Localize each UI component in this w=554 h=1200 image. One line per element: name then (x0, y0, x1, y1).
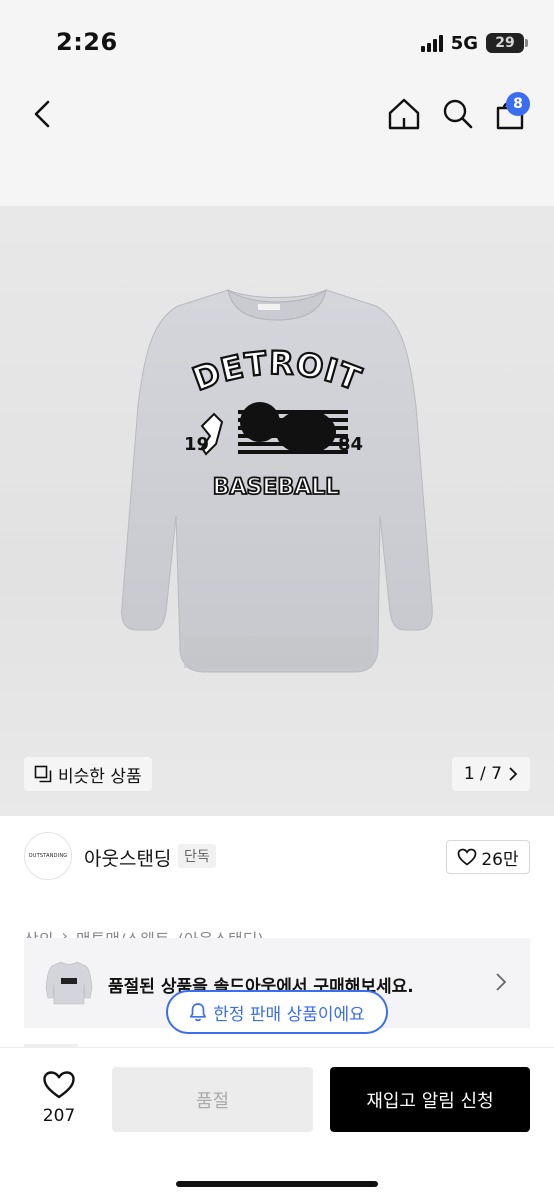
battery-icon: 29 (486, 33, 528, 53)
brand-name[interactable]: 아웃스탠딩 (84, 844, 171, 871)
image-page-indicator[interactable]: 1 / 7 (451, 757, 530, 791)
bottom-purchase-bar: 207 품절 재입고 알림 신청 (0, 1048, 554, 1200)
brand-logo[interactable]: OUTSTANDING (24, 832, 72, 880)
chevron-right-icon (509, 767, 518, 781)
nav-bar (0, 80, 554, 206)
cellular-signal-icon (420, 34, 443, 52)
graphic-bottom-text: BASEBALL (213, 475, 340, 500)
breadcrumb-item[interactable]: 상의 (24, 926, 53, 938)
home-indicator (176, 1181, 378, 1187)
soldout-button: 품절 (112, 1067, 313, 1132)
breadcrumb: 상의 › 맨투맨/스웨트 (아웃스탠딩) (24, 926, 264, 938)
graphic-year-right: 84 (338, 434, 363, 455)
chevron-right-icon (496, 973, 507, 991)
breadcrumb-clip: 상의 › 맨투맨/스웨트 (아웃스탠딩) (0, 922, 554, 938)
graphic-year-left: 19 (184, 434, 209, 455)
battery-level: 29 (495, 35, 515, 51)
product-image[interactable]: DETROIT 19 84 BASEBALL (110, 276, 444, 680)
home-icon (388, 98, 420, 130)
breadcrumb-item[interactable]: 맨투맨/스웨트 (76, 926, 170, 938)
similar-products-label: 비슷한 상품 (58, 766, 142, 787)
cart-count-badge: 8 (506, 92, 530, 116)
home-button[interactable] (384, 94, 424, 134)
back-button[interactable] (22, 94, 62, 134)
breadcrumb-item[interactable]: (아웃스탠딩) (178, 926, 264, 938)
brand-row: OUTSTANDING 아웃스탠딩 단독 26만 (0, 828, 554, 888)
status-time: 2:26 (56, 28, 118, 56)
similar-items-icon (34, 765, 52, 783)
status-bar: 2:26 5G 29 (0, 0, 554, 80)
banner-product-thumbnail (45, 961, 93, 1005)
breadcrumb-separator: › (61, 926, 68, 938)
heart-icon (458, 848, 477, 866)
exclusive-badge: 단독 (178, 844, 216, 868)
product-gallery[interactable]: DETROIT 19 84 BASEBALL 비슷한 상품 1 / 7 (0, 206, 554, 816)
page-indicator-text: 1 / 7 (463, 764, 502, 784)
limited-sale-label: 한정 판매 상품이에요 (213, 1004, 365, 1025)
bell-icon (190, 1003, 207, 1022)
wishlist-button[interactable]: 207 (24, 1070, 94, 1130)
similar-products-button[interactable]: 비슷한 상품 (24, 757, 152, 791)
heart-icon (43, 1071, 75, 1099)
chevron-left-icon (34, 100, 50, 128)
brand-like-button[interactable]: 26만 (446, 840, 530, 874)
brand-logo-text: OUTSTANDING (28, 853, 68, 859)
limited-sale-pill[interactable]: 한정 판매 상품이에요 (166, 990, 388, 1034)
restock-alert-button[interactable]: 재입고 알림 신청 (330, 1067, 530, 1132)
search-button[interactable] (438, 94, 478, 134)
brand-like-count: 26만 (481, 849, 519, 870)
status-indicators: 5G 29 (420, 31, 528, 55)
network-type: 5G (450, 32, 478, 54)
search-icon (443, 99, 473, 129)
wishlist-count: 207 (42, 1106, 76, 1126)
